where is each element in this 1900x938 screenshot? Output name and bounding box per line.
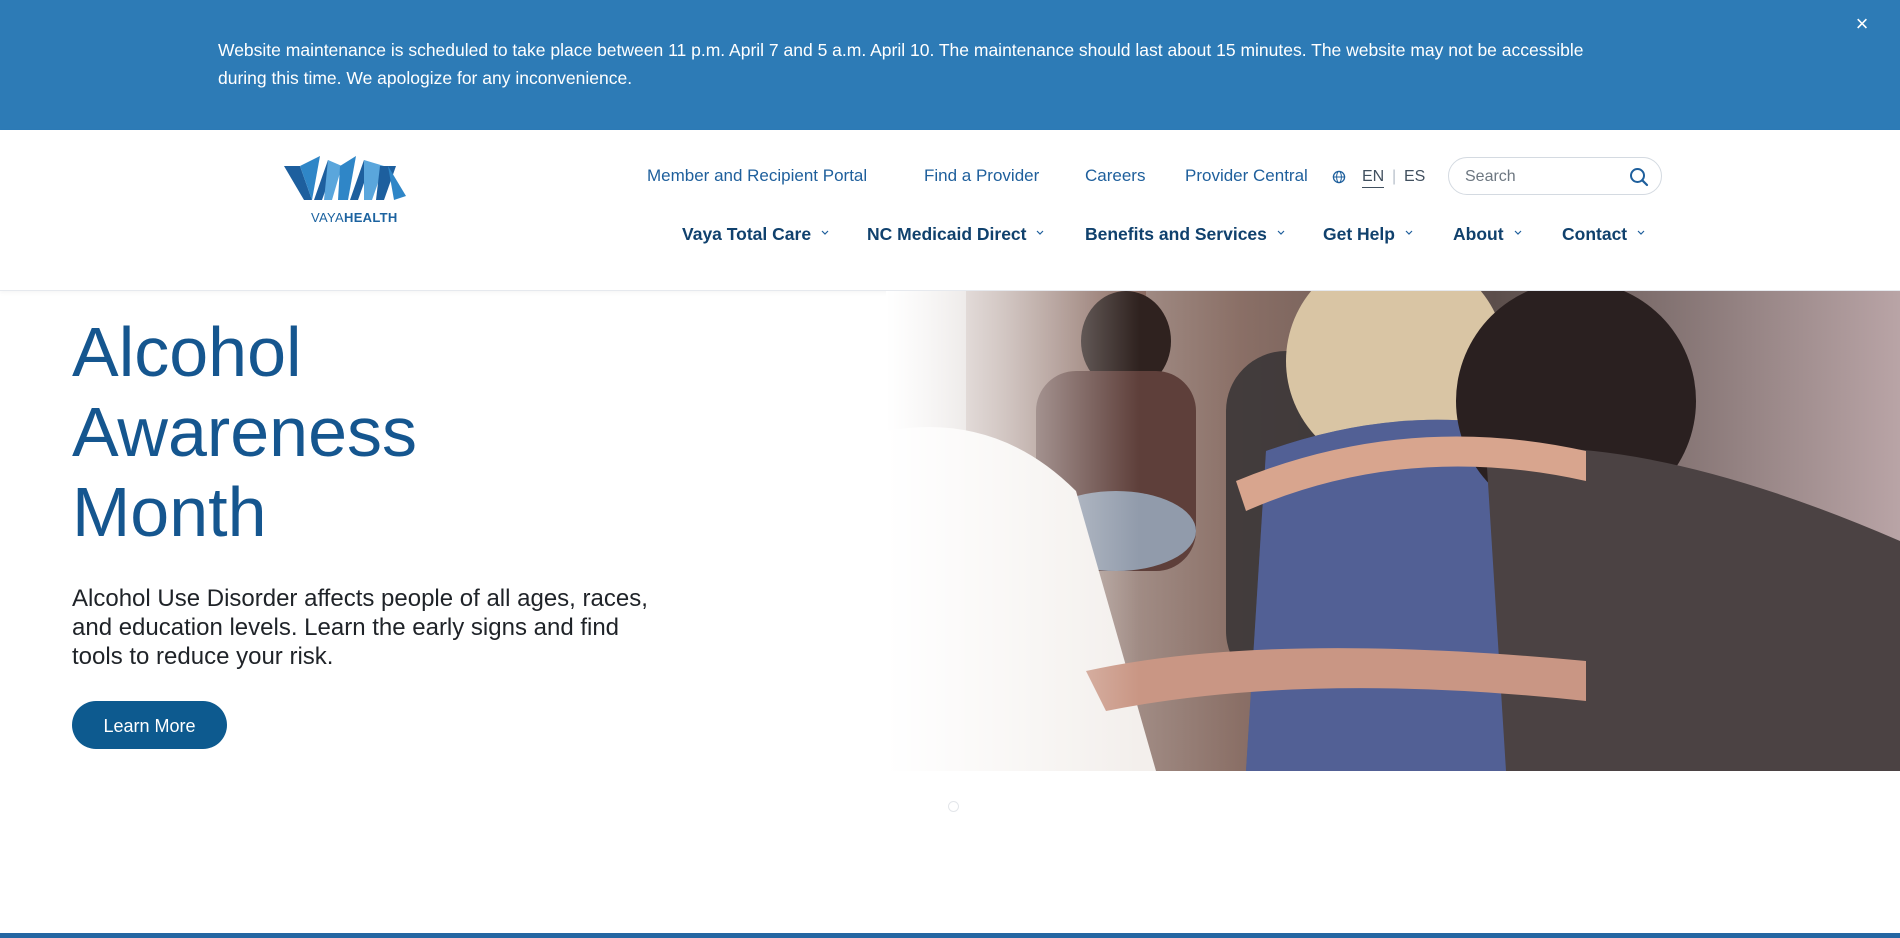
nav-label: Contact bbox=[1562, 224, 1628, 244]
logo-wordmark: VAYAHEALTH bbox=[311, 210, 398, 225]
nav-benefits-and-services[interactable]: Benefits and Services bbox=[1085, 224, 1285, 245]
util-link-member-portal[interactable]: Member and Recipient Portal bbox=[647, 166, 867, 186]
search-box bbox=[1448, 157, 1662, 195]
footer-divider bbox=[0, 933, 1900, 938]
carousel-dot[interactable] bbox=[948, 801, 959, 812]
alert-message: Website maintenance is scheduled to take… bbox=[218, 40, 1584, 88]
chevron-down-icon bbox=[1405, 230, 1413, 235]
chevron-down-icon bbox=[1637, 230, 1645, 235]
nav-nc-medicaid-direct[interactable]: NC Medicaid Direct bbox=[867, 224, 1044, 245]
hero-title-line: Month bbox=[72, 473, 267, 551]
nav-label: Vaya Total Care bbox=[682, 224, 812, 244]
site-header: VAYAHEALTH Member and Recipient Portal F… bbox=[0, 130, 1900, 291]
search-icon[interactable] bbox=[1629, 167, 1649, 187]
util-link-provider-central[interactable]: Provider Central bbox=[1185, 166, 1308, 186]
util-link-find-provider[interactable]: Find a Provider bbox=[924, 166, 1039, 186]
nav-about[interactable]: About bbox=[1453, 224, 1522, 245]
close-icon[interactable]: × bbox=[1850, 12, 1874, 36]
chevron-down-icon bbox=[1277, 230, 1285, 235]
util-link-careers[interactable]: Careers bbox=[1085, 166, 1145, 186]
nav-get-help[interactable]: Get Help bbox=[1323, 224, 1413, 245]
hero-title: Alcohol Awareness Month bbox=[72, 312, 632, 552]
hero-photo-group-hug bbox=[886, 291, 1900, 771]
nav-label: Benefits and Services bbox=[1085, 224, 1267, 244]
lang-es[interactable]: ES bbox=[1404, 168, 1425, 186]
hero-title-line: Awareness bbox=[72, 393, 418, 471]
learn-more-button[interactable]: Learn More bbox=[72, 701, 227, 749]
main-nav: Vaya Total Care NC Medicaid Direct Benef… bbox=[0, 224, 1900, 254]
hero-description: Alcohol Use Disorder affects people of a… bbox=[72, 585, 648, 670]
chevron-down-icon bbox=[1514, 230, 1521, 235]
chevron-down-icon bbox=[1037, 230, 1044, 235]
lang-en[interactable]: EN bbox=[1362, 168, 1385, 188]
hero-title-line: Alcohol bbox=[72, 313, 302, 391]
maintenance-alert: Website maintenance is scheduled to take… bbox=[0, 0, 1900, 130]
chevron-down-icon bbox=[821, 230, 829, 235]
globe-icon bbox=[1332, 170, 1346, 184]
nav-label: NC Medicaid Direct bbox=[867, 224, 1027, 244]
nav-label: Get Help bbox=[1323, 224, 1395, 244]
nav-vaya-total-care[interactable]: Vaya Total Care bbox=[682, 224, 829, 245]
search-input[interactable] bbox=[1463, 164, 1627, 190]
lang-separator: | bbox=[1392, 168, 1397, 185]
nav-label: About bbox=[1453, 224, 1504, 244]
nav-contact[interactable]: Contact bbox=[1562, 224, 1645, 245]
